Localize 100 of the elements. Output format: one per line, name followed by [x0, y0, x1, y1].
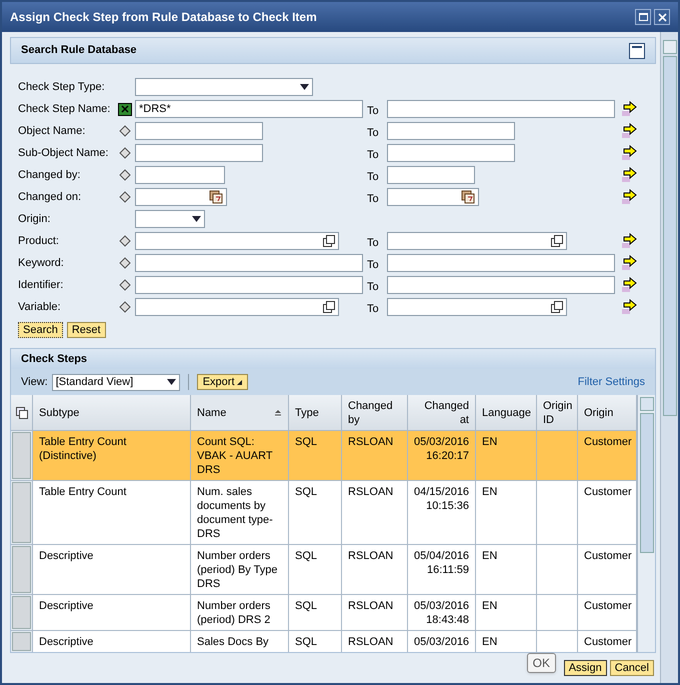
diamond-option-icon[interactable] — [118, 234, 132, 248]
table-row[interactable]: Descriptive Number orders (period) By Type DRS SQL RSLOAN 05/04/2016 16:11:59 EN Customer — [11, 545, 637, 595]
input-field[interactable] — [135, 276, 363, 294]
date-field[interactable] — [387, 188, 479, 206]
input-field[interactable] — [387, 144, 515, 162]
input-field[interactable] — [135, 254, 363, 272]
date-field[interactable] — [135, 188, 227, 206]
table-row[interactable]: Table Entry Count Num. sales documents by document type-DRS SQL RSLOAN 04/15/2016 10:15:36 EN Customer — [11, 481, 637, 545]
table-cell: 05/03/2016 16:20:17 — [414, 436, 470, 462]
collapse-button[interactable] — [629, 42, 645, 58]
table-cell: 05/03/2016 — [414, 636, 470, 648]
table-cell: Customer — [584, 600, 632, 612]
table-scrollbar[interactable] — [637, 395, 655, 652]
to-label: To — [367, 126, 380, 141]
diamond-option-icon[interactable] — [118, 168, 132, 182]
input-field[interactable] — [387, 254, 615, 272]
column-header[interactable]: Type — [289, 395, 342, 430]
column-header[interactable]: Changed by — [342, 395, 408, 430]
column-header[interactable]: Changed at — [408, 395, 476, 430]
multiple-selection-arrow-icon[interactable] — [621, 189, 637, 205]
value-help-icon[interactable] — [323, 235, 335, 247]
calendar-icon[interactable] — [461, 190, 475, 204]
input-field[interactable] — [135, 298, 339, 316]
field-label: Origin: — [18, 212, 52, 227]
export-button[interactable]: Export — [196, 374, 248, 390]
caret-icon — [166, 379, 176, 385]
pattern-option-icon[interactable] — [118, 102, 132, 116]
column-header[interactable]: Origin ID — [537, 395, 578, 430]
to-label: To — [367, 302, 380, 317]
multiple-selection-arrow-icon[interactable] — [621, 233, 637, 249]
diamond-option-icon[interactable] — [118, 124, 132, 138]
close-icon — [658, 12, 666, 22]
close-button[interactable] — [654, 9, 670, 25]
column-header[interactable]: Language — [476, 395, 537, 430]
table-row[interactable]: Descriptive Number orders (period) DRS 2 SQL RSLOAN 05/03/2016 18:43:48 EN Customer — [11, 595, 637, 631]
table-cell: Num. sales documents by document type-DRS — [197, 486, 273, 540]
input-field[interactable] — [135, 122, 263, 140]
input-field[interactable] — [387, 276, 615, 294]
table-cell: SQL — [295, 550, 318, 562]
value-help-icon[interactable] — [551, 301, 563, 313]
input-field[interactable] — [387, 166, 475, 184]
dropdown-field[interactable] — [135, 78, 313, 96]
input-field[interactable]: *DRS* — [135, 100, 363, 118]
column-header[interactable]: Name — [191, 395, 289, 430]
input-field[interactable] — [387, 232, 567, 250]
field-value: *DRS* — [139, 102, 171, 117]
multiple-selection-arrow-icon[interactable] — [621, 167, 637, 183]
multiple-selection-arrow-icon[interactable] — [621, 255, 637, 271]
diamond-option-icon[interactable] — [118, 278, 132, 292]
table-cell: Number orders (period) By Type DRS — [197, 550, 278, 590]
assign-button[interactable]: Assign — [564, 660, 607, 676]
field-label: Sub-Object Name: — [18, 146, 110, 161]
input-field[interactable] — [387, 298, 567, 316]
multiple-selection-arrow-icon[interactable] — [621, 145, 637, 161]
reset-button[interactable]: Reset — [66, 322, 106, 338]
cancel-button[interactable]: Cancel — [610, 660, 654, 676]
select-all-icon[interactable] — [16, 406, 28, 418]
to-label: To — [367, 236, 380, 251]
to-label: To — [367, 280, 380, 295]
value-help-icon[interactable] — [551, 235, 563, 247]
input-field[interactable] — [387, 122, 515, 140]
multiple-selection-arrow-icon[interactable] — [621, 277, 637, 293]
input-field[interactable] — [135, 166, 225, 184]
table-cell: RSLOAN — [348, 550, 394, 562]
maximize-button[interactable] — [635, 9, 651, 25]
filter-settings-link[interactable]: Filter Settings — [578, 374, 645, 390]
diamond-option-icon[interactable] — [118, 300, 132, 314]
table-cell: Customer — [584, 486, 632, 498]
window-scrollbar[interactable] — [660, 32, 678, 683]
sort-icon — [274, 410, 282, 416]
dropdown-field[interactable] — [135, 210, 205, 228]
diamond-option-icon[interactable] — [118, 256, 132, 270]
multiple-selection-arrow-icon[interactable] — [621, 299, 637, 315]
input-field[interactable] — [135, 232, 339, 250]
panel-title: Check Steps — [21, 352, 88, 367]
table-cell: EN — [482, 636, 498, 648]
table-cell: 05/03/2016 18:43:48 — [414, 600, 470, 626]
multiple-selection-arrow-icon[interactable] — [621, 101, 637, 117]
table-cell: Count SQL: VBAK - AUART DRS — [197, 436, 272, 476]
to-label: To — [367, 148, 380, 163]
table-cell: Table Entry Count (Distinctive) — [39, 436, 126, 462]
view-dropdown[interactable]: [Standard View] — [52, 374, 180, 390]
table-cell: Table Entry Count — [39, 486, 126, 498]
panel-title: Search Rule Database — [21, 43, 137, 58]
multiple-selection-arrow-icon[interactable] — [621, 123, 637, 139]
input-field[interactable] — [135, 144, 263, 162]
table-cell: SQL — [295, 636, 318, 648]
diamond-option-icon[interactable] — [118, 146, 132, 160]
to-label: To — [367, 104, 380, 119]
value-help-icon[interactable] — [323, 301, 335, 313]
table-row[interactable]: Table Entry Count (Distinctive) Count SQL: VBAK - AUART DRS SQL RSLOAN 05/03/2016 16:20:17 EN Customer — [11, 431, 637, 481]
input-field[interactable] — [387, 100, 615, 118]
calendar-icon[interactable] — [209, 190, 223, 204]
table-cell: EN — [482, 436, 498, 448]
search-button[interactable]: Search — [18, 322, 63, 338]
table-cell: EN — [482, 600, 498, 612]
table-cell: Customer — [584, 550, 632, 562]
field-label: Changed by: — [18, 168, 82, 183]
table-row[interactable]: Descriptive Sales Docs By SQL RSLOAN 05/03/2016 EN Customer — [11, 631, 637, 652]
diamond-option-icon[interactable] — [118, 190, 132, 204]
